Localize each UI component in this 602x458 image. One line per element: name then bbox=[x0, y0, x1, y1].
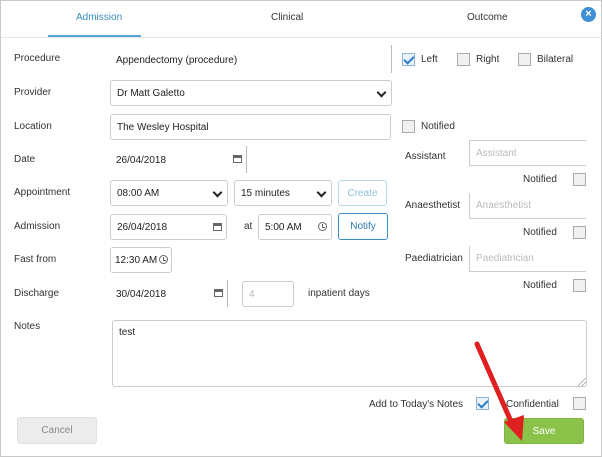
anaesthetist-label: Anaesthetist bbox=[405, 200, 461, 211]
procedure-divider bbox=[391, 45, 392, 73]
appointment-time-select[interactable]: 08:00 AM bbox=[110, 180, 228, 206]
appointment-duration-value: 15 minutes bbox=[241, 187, 290, 199]
calendar-icon[interactable] bbox=[233, 155, 242, 163]
anaesthetist-notified-checkbox[interactable] bbox=[573, 226, 586, 239]
assistant-placeholder: Assistant bbox=[476, 147, 517, 159]
anaesthetist-placeholder: Anaesthetist bbox=[476, 200, 532, 211]
at-label: at bbox=[244, 221, 253, 232]
date-input[interactable]: 26/04/2018 bbox=[110, 147, 247, 173]
paediatrician-label: Paediatrician bbox=[405, 253, 463, 264]
procedure-value: Appendectomy (procedure) bbox=[116, 54, 238, 66]
fast-from-value: 12:30 AM bbox=[115, 254, 157, 266]
anaesthetist-notified-label: Notified bbox=[523, 227, 557, 238]
date-label: Date bbox=[14, 154, 36, 165]
procedure-field[interactable]: Appendectomy (procedure) bbox=[110, 47, 391, 73]
chevron-down-icon bbox=[212, 187, 223, 198]
location-value: The Wesley Hospital bbox=[117, 121, 209, 133]
tab-clinical[interactable]: Clinical bbox=[271, 12, 303, 23]
date-value: 26/04/2018 bbox=[116, 154, 167, 166]
notify-button[interactable]: Notify bbox=[338, 213, 388, 240]
admission-label: Admission bbox=[14, 221, 61, 232]
bilateral-label: Bilateral bbox=[537, 54, 574, 65]
provider-label: Provider bbox=[14, 87, 52, 98]
location-label: Location bbox=[14, 121, 52, 132]
anaesthetist-input[interactable]: Anaesthetist bbox=[469, 193, 586, 219]
discharge-label: Discharge bbox=[14, 288, 60, 299]
calendar-icon[interactable] bbox=[214, 289, 223, 297]
admission-time-value: 5:00 AM bbox=[265, 221, 302, 233]
left-label: Left bbox=[421, 54, 438, 65]
calendar-icon[interactable] bbox=[213, 223, 222, 231]
paediatrician-notified-label: Notified bbox=[523, 280, 557, 291]
notes-textarea[interactable]: test bbox=[112, 320, 587, 387]
discharge-divider bbox=[227, 280, 228, 307]
location-notified-label: Notified bbox=[421, 121, 455, 132]
confidential-label: Confidential bbox=[506, 399, 559, 410]
location-input[interactable]: The Wesley Hospital bbox=[110, 114, 391, 140]
resize-handle-icon[interactable] bbox=[578, 378, 586, 386]
appointment-label: Appointment bbox=[14, 187, 71, 198]
assistant-label: Assistant bbox=[405, 151, 446, 162]
notes-label: Notes bbox=[14, 321, 41, 332]
bilateral-checkbox[interactable] bbox=[518, 53, 531, 66]
paediatrician-input[interactable]: Paediatrician bbox=[469, 246, 586, 272]
admission-date-input[interactable]: 26/04/2018 bbox=[110, 214, 227, 240]
cancel-button[interactable]: Cancel bbox=[17, 417, 97, 444]
right-checkbox[interactable] bbox=[457, 53, 470, 66]
tab-admission[interactable]: Admission bbox=[76, 12, 122, 23]
appointment-time-value: 08:00 AM bbox=[117, 187, 160, 199]
inpatient-days-value: 4 bbox=[249, 288, 255, 300]
paediatrician-notified-checkbox[interactable] bbox=[573, 279, 586, 292]
chevron-down-icon bbox=[316, 187, 327, 198]
assistant-notified-label: Notified bbox=[523, 174, 557, 185]
paediatrician-placeholder: Paediatrician bbox=[476, 253, 534, 264]
assistant-input[interactable]: Assistant bbox=[469, 140, 586, 166]
tab-outcome[interactable]: Outcome bbox=[467, 12, 508, 23]
procedure-label: Procedure bbox=[14, 53, 61, 64]
assistant-notified-checkbox[interactable] bbox=[573, 173, 586, 186]
clock-icon[interactable] bbox=[318, 222, 327, 231]
appointment-duration-select[interactable]: 15 minutes bbox=[234, 180, 332, 206]
add-to-notes-label: Add to Today's Notes bbox=[369, 399, 464, 410]
left-checkbox[interactable] bbox=[402, 53, 415, 66]
confidential-checkbox[interactable] bbox=[573, 397, 586, 410]
clock-icon[interactable] bbox=[159, 255, 168, 264]
inpatient-days-label: inpatient days bbox=[308, 288, 370, 299]
right-label: Right bbox=[476, 54, 500, 65]
date-divider bbox=[246, 146, 247, 173]
admission-dialog: Admission Clinical Outcome × Procedure A… bbox=[0, 0, 602, 457]
location-notified-checkbox[interactable] bbox=[402, 120, 415, 133]
add-to-notes-checkbox[interactable] bbox=[476, 397, 489, 410]
close-icon[interactable]: × bbox=[581, 7, 596, 22]
discharge-date-value: 30/04/2018 bbox=[116, 288, 167, 300]
save-button[interactable]: Save bbox=[504, 418, 584, 444]
admission-date-value: 26/04/2018 bbox=[117, 221, 168, 233]
chevron-down-icon bbox=[376, 87, 387, 98]
discharge-date-input[interactable]: 30/04/2018 bbox=[110, 281, 228, 307]
inpatient-days-input[interactable]: 4 bbox=[242, 281, 294, 307]
tab-bar: Admission Clinical Outcome bbox=[1, 1, 602, 37]
provider-select[interactable]: Dr Matt Galetto bbox=[110, 80, 392, 106]
fast-from-label: Fast from bbox=[14, 254, 57, 265]
tab-divider bbox=[1, 37, 602, 38]
create-button[interactable]: Create bbox=[338, 180, 387, 206]
provider-value: Dr Matt Galetto bbox=[117, 87, 185, 99]
